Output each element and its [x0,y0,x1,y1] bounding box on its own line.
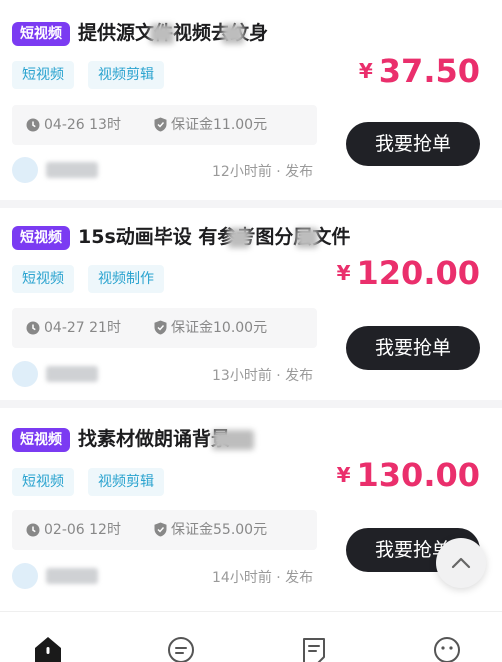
redaction [222,24,244,44]
deposit: 保证金10.00元 [154,308,267,348]
task-card[interactable]: 短视频 找素材做朗诵背景 短视频 视频剪辑 ¥130.00 02-06 12时 … [0,408,502,608]
profile-icon[interactable] [432,635,462,662]
shield-icon [154,320,167,335]
currency-symbol: ¥ [336,463,351,487]
document-icon[interactable] [299,635,329,662]
deposit-text: 保证金10.00元 [171,320,268,336]
tag: 视频制作 [88,265,164,293]
redaction [228,228,250,248]
clock-icon [26,321,40,335]
currency-symbol: ¥ [358,59,373,83]
info-bar: 04-27 21时 保证金10.00元 [12,308,317,348]
tag: 短视频 [12,468,74,496]
home-icon[interactable] [33,635,63,662]
poster-name [46,162,98,178]
deposit: 保证金11.00元 [154,105,267,145]
price: ¥120.00 [337,254,480,292]
grab-order-button[interactable]: 我要抢单 [346,122,480,166]
deposit-text: 保证金11.00元 [171,117,268,133]
category-badge: 短视频 [12,22,70,46]
tag: 短视频 [12,61,74,89]
deposit-text: 保证金55.00元 [171,522,268,538]
poster-name [46,568,98,584]
deadline: 04-26 13时 [26,105,121,145]
divider [0,200,502,208]
redaction [212,430,254,450]
price-value: 37.50 [378,52,480,90]
tag: 短视频 [12,265,74,293]
currency-symbol: ¥ [336,261,351,285]
deadline-text: 04-27 21时 [44,320,121,336]
info-bar: 04-26 13时 保证金11.00元 [12,105,317,145]
info-bar: 02-06 12时 保证金55.00元 [12,510,317,550]
redaction [296,228,318,248]
price-value: 120.00 [356,254,480,292]
shield-icon [154,522,167,537]
task-title[interactable]: 找素材做朗诵背景 [78,424,230,451]
post-time: 12小时前 · 发布 [212,164,314,180]
avatar[interactable] [12,157,38,183]
chevron-up-icon [451,557,471,569]
avatar[interactable] [12,361,38,387]
deadline: 04-27 21时 [26,308,121,348]
category-badge: 短视频 [12,226,70,250]
post-time: 13小时前 · 发布 [212,368,314,384]
avatar[interactable] [12,563,38,589]
tag: 视频剪辑 [88,468,164,496]
tag: 视频剪辑 [88,61,164,89]
deadline: 02-06 12时 [26,510,121,550]
poster-name [46,366,98,382]
shield-icon [154,117,167,132]
divider [0,400,502,408]
price: ¥37.50 [359,52,480,90]
task-card[interactable]: 短视频 15s动画毕设 有参考图分层文件 短视频 视频制作 ¥120.00 04… [0,208,502,408]
category-badge: 短视频 [12,428,70,452]
deposit: 保证金55.00元 [154,510,267,550]
redaction [150,24,174,44]
deadline-text: 02-06 12时 [44,522,121,538]
price-value: 130.00 [356,456,480,494]
deadline-text: 04-26 13时 [44,117,121,133]
task-card[interactable]: 短视频 提供源文件视频去纹身 短视频 视频剪辑 ¥37.50 04-26 13时… [0,0,502,200]
message-icon[interactable] [166,635,196,662]
bottom-nav [0,611,502,662]
clock-icon [26,523,40,537]
price: ¥130.00 [337,456,480,494]
grab-order-button[interactable]: 我要抢单 [346,326,480,370]
clock-icon [26,118,40,132]
scroll-to-top-button[interactable] [436,538,486,588]
post-time: 14小时前 · 发布 [212,570,314,586]
